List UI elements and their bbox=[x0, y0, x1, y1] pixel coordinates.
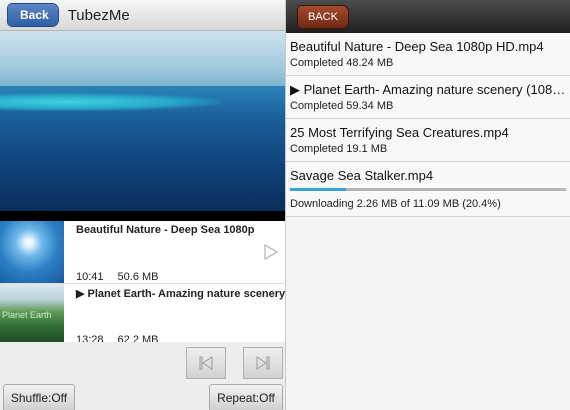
skip-previous-icon bbox=[199, 356, 213, 370]
download-status: Downloading 2.26 MB of 11.09 MB (20.4%) bbox=[290, 198, 501, 210]
video-thumbnail: Planet Earth bbox=[0, 284, 64, 342]
next-button[interactable] bbox=[243, 347, 283, 379]
repeat-button[interactable]: Repeat:Off bbox=[209, 384, 283, 410]
download-status: Completed 59.34 MB bbox=[290, 100, 394, 112]
top-bar: BACK bbox=[286, 0, 570, 33]
back-button[interactable]: BACK bbox=[298, 5, 348, 28]
video-size: 50.6 MB bbox=[117, 271, 159, 283]
download-progress-fill bbox=[290, 188, 347, 191]
play-icon[interactable] bbox=[263, 244, 279, 260]
video-title: ▶ Planet Earth- Amazing nature scenery bbox=[76, 288, 285, 300]
back-button[interactable]: Back bbox=[8, 4, 58, 26]
download-name: 25 Most Terrifying Sea Creatures.mp4 bbox=[290, 125, 509, 140]
video-size: 62.2 MB bbox=[117, 334, 159, 342]
video-meta: 10:41 50.6 MB bbox=[76, 271, 159, 283]
video-thumbnail bbox=[0, 221, 64, 283]
video-duration: 10:41 bbox=[76, 271, 104, 283]
video-meta: 13:28 62.2 MB bbox=[76, 334, 159, 342]
download-name: Savage Sea Stalker.mp4 bbox=[290, 168, 434, 183]
list-item[interactable]: Beautiful Nature - Deep Sea 1080p 10:41 5… bbox=[0, 221, 285, 284]
download-name: ▶ Planet Earth- Amazing nature scenery (… bbox=[290, 82, 566, 97]
previous-button[interactable] bbox=[186, 347, 226, 379]
download-item[interactable]: Savage Sea Stalker.mp4 Downloading 2.26 … bbox=[286, 162, 570, 217]
skip-next-icon bbox=[256, 356, 270, 370]
download-item[interactable]: 25 Most Terrifying Sea Creatures.mp4 Com… bbox=[286, 119, 570, 162]
video-title: Beautiful Nature - Deep Sea 1080p bbox=[76, 224, 255, 236]
player-panel: Back TubezMe Beautiful Nature - Deep Sea… bbox=[0, 0, 285, 410]
download-progress-bar bbox=[290, 188, 566, 191]
download-status: Completed 48.24 MB bbox=[290, 57, 394, 69]
shuffle-button[interactable]: Shuffle:Off bbox=[3, 384, 75, 410]
video-list: Beautiful Nature - Deep Sea 1080p 10:41 5… bbox=[0, 221, 285, 342]
video-player[interactable] bbox=[0, 31, 285, 221]
app-title: TubezMe bbox=[67, 6, 130, 24]
top-bar: Back TubezMe bbox=[0, 0, 285, 31]
downloads-panel: BACK Beautiful Nature - Deep Sea 1080p H… bbox=[285, 0, 570, 410]
download-item[interactable]: ▶ Planet Earth- Amazing nature scenery (… bbox=[286, 76, 570, 119]
list-item[interactable]: Planet Earth ▶ Planet Earth- Amazing nat… bbox=[0, 284, 285, 342]
download-status: Completed 19.1 MB bbox=[290, 143, 388, 155]
thumbnail-caption: Planet Earth bbox=[2, 310, 52, 320]
video-duration: 13:28 bbox=[76, 334, 104, 342]
download-name: Beautiful Nature - Deep Sea 1080p HD.mp4 bbox=[290, 39, 544, 54]
download-item[interactable]: Beautiful Nature - Deep Sea 1080p HD.mp4… bbox=[286, 33, 570, 76]
